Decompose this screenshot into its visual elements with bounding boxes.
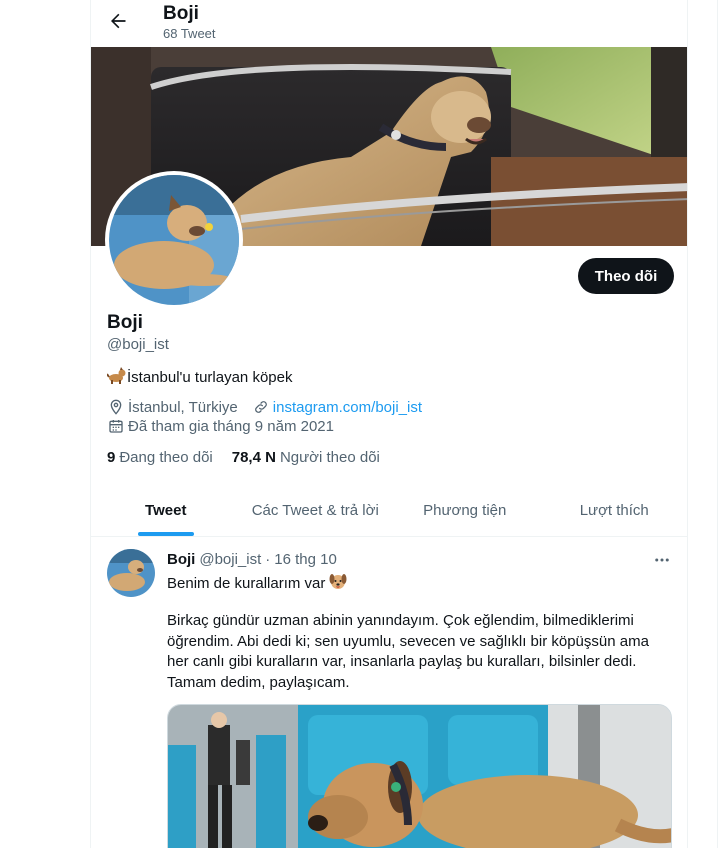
- tweet-author-name[interactable]: Boji: [167, 551, 195, 568]
- profile-website-link[interactable]: instagram.com/boji_ist: [273, 399, 422, 416]
- following-label: Đang theo dõi: [119, 449, 213, 466]
- profile-bio: İstanbul'u turlayan köpek: [106, 367, 293, 388]
- header-title: Boji: [163, 3, 199, 24]
- right-edge-divider: [717, 0, 718, 848]
- tweet-avatar[interactable]: [107, 549, 155, 597]
- tweet-dot-separator: ·: [265, 551, 271, 568]
- profile-joined: Đã tham gia tháng 9 năm 2021: [128, 417, 334, 435]
- tab-tweets[interactable]: Tweet: [91, 484, 241, 536]
- avatar-photo: [109, 175, 239, 305]
- tweet-avatar-photo: [107, 549, 155, 597]
- profile-name: Boji: [107, 312, 143, 333]
- tweet-text: Birkaç gündür uzman abinin yanındayım. Ç…: [167, 612, 649, 691]
- tweet-date[interactable]: 16 thg 10: [274, 551, 337, 568]
- header-tweet-count: 68 Tweet: [163, 26, 216, 41]
- more-horizontal-icon: [655, 558, 669, 562]
- tweet-header: Boji @boji_ist · 16 thg 10: [167, 551, 337, 568]
- tab-media-label: Phương tiện: [423, 501, 507, 519]
- followers-link[interactable]: 78,4 N Người theo dõi: [232, 449, 380, 466]
- tweet-first-line-text: Benim de kurallarım var: [167, 575, 326, 592]
- profile-joined-row: Đã tham gia tháng 9 năm 2021: [107, 417, 334, 435]
- profile-column: Boji 68 Tweet Theo dõi Boji @boji_ist İs…: [90, 0, 688, 848]
- following-link[interactable]: 9 Đang theo dõi: [107, 449, 213, 466]
- calendar-icon: [107, 417, 125, 435]
- bio-text: İstanbul'u turlayan köpek: [127, 369, 293, 386]
- following-count: 9: [107, 449, 116, 466]
- arrow-left-icon: [111, 13, 126, 29]
- profile-location: İstanbul, Türkiye: [128, 398, 238, 416]
- profile-avatar[interactable]: [105, 171, 243, 309]
- followers-count: 78,4 N: [231, 449, 276, 466]
- tab-tweets-and-replies-label: Các Tweet & trả lời: [251, 501, 379, 519]
- profile-stats: 9 Đang theo dõi 78,4 N Người theo dõi: [107, 449, 380, 466]
- dog-face-icon: [329, 573, 347, 594]
- left-gutter: [0, 0, 90, 848]
- tab-likes[interactable]: Lượt thích: [540, 484, 688, 536]
- active-tab-indicator: [137, 532, 194, 536]
- tab-media[interactable]: Phương tiện: [390, 484, 540, 536]
- tweet[interactable]: Boji @boji_ist · 16 thg 10 Benim de kura…: [91, 537, 687, 848]
- link-icon: [252, 398, 270, 416]
- tweet-more-button[interactable]: [651, 549, 673, 571]
- tweet-media-photo: [168, 705, 671, 848]
- dog-icon: [106, 367, 126, 388]
- tab-tweets-and-replies[interactable]: Các Tweet & trả lời: [241, 484, 391, 536]
- profile-tabs: Tweet Các Tweet & trả lời Phương tiện Lư…: [91, 484, 688, 537]
- location-pin-icon: [107, 398, 125, 416]
- followers-label: Người theo dõi: [279, 449, 380, 466]
- tab-likes-label: Lượt thích: [579, 501, 649, 519]
- tweet-first-line: Benim de kurallarım var: [167, 573, 347, 594]
- profile-header: Boji 68 Tweet: [91, 0, 687, 47]
- profile-meta-row: İstanbul, Türkiye instagram.com/boji_ist: [107, 398, 422, 416]
- follow-button[interactable]: Theo dõi: [578, 258, 674, 294]
- tab-tweets-label: Tweet: [145, 501, 187, 519]
- profile-handle: @boji_ist: [107, 336, 169, 353]
- right-gutter: [689, 0, 720, 848]
- tweet-author-handle[interactable]: @boji_ist: [199, 551, 261, 568]
- back-button[interactable]: [105, 8, 131, 34]
- tweet-media[interactable]: [167, 704, 672, 848]
